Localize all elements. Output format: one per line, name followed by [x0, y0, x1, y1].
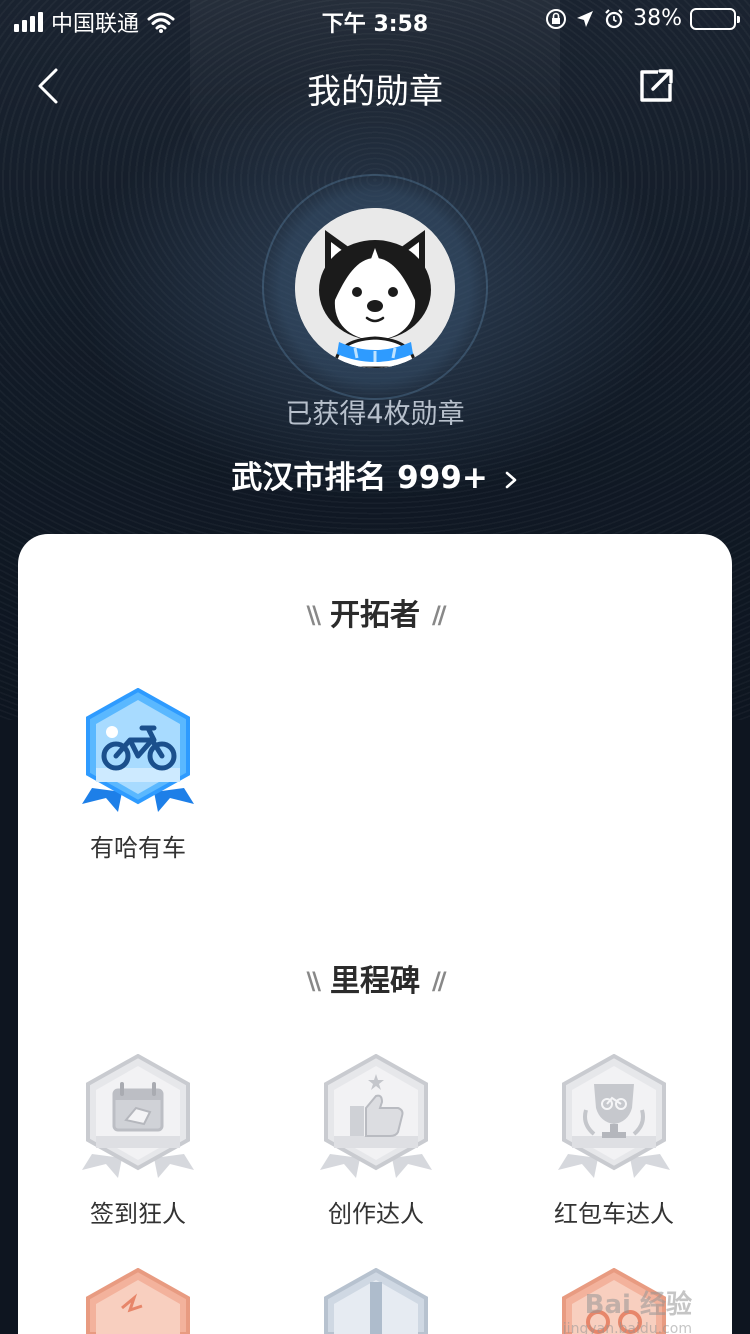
avatar[interactable]	[295, 208, 455, 368]
section-title-milestone: \\ 里程碑//	[306, 964, 446, 999]
status-bar: 中国联通 下午 3:58 38%	[0, 0, 750, 40]
badge-label: 红包车达人	[554, 1200, 674, 1228]
slash-decoration-icon: //	[432, 967, 446, 995]
bike-badge-icon	[82, 688, 194, 812]
silver-shield-badge-icon[interactable]	[320, 1268, 432, 1334]
badge-card: \\ 开拓者// 有哈有车 \\ 里程碑// 签到狂人 创作达人 红包车达人 B…	[18, 534, 732, 1334]
city-rank-text: 武汉市排名 999+	[231, 460, 488, 496]
city-rank-link[interactable]: 武汉市排名 999+	[0, 452, 750, 497]
husky-avatar-icon	[295, 208, 455, 368]
section-title-pioneer: \\ 开拓者//	[306, 598, 446, 633]
location-icon	[577, 10, 594, 27]
watermark: Bai 经验 jingyan.baidu.com	[562, 1290, 692, 1334]
badge-item[interactable]: 红包车达人	[534, 1054, 694, 1229]
bronze-badge-icon[interactable]	[82, 1268, 194, 1334]
thumbs-up-badge-icon	[320, 1054, 432, 1178]
badge-label: 有哈有车	[90, 834, 186, 862]
earned-count: 已获得4枚勋章	[285, 399, 465, 430]
slash-decoration-icon: \\	[306, 601, 320, 629]
chevron-right-icon	[505, 471, 516, 488]
share-icon[interactable]	[636, 66, 676, 106]
badge-label: 创作达人	[328, 1200, 424, 1228]
badge-item[interactable]: 创作达人	[296, 1054, 456, 1229]
slash-decoration-icon: \\	[306, 967, 320, 995]
alarm-icon	[605, 8, 623, 28]
nav-bar: 我的勋章	[0, 56, 750, 116]
badge-item[interactable]: 签到狂人	[58, 1054, 218, 1229]
badge-item[interactable]: 有哈有车	[58, 688, 218, 863]
badge-label: 签到狂人	[90, 1200, 186, 1228]
battery-icon	[690, 7, 740, 30]
battery-percent: 38%	[633, 6, 682, 31]
trophy-badge-icon	[558, 1054, 670, 1178]
calendar-badge-icon	[82, 1054, 194, 1178]
rotation-lock-icon	[546, 8, 567, 29]
slash-decoration-icon: //	[432, 601, 446, 629]
